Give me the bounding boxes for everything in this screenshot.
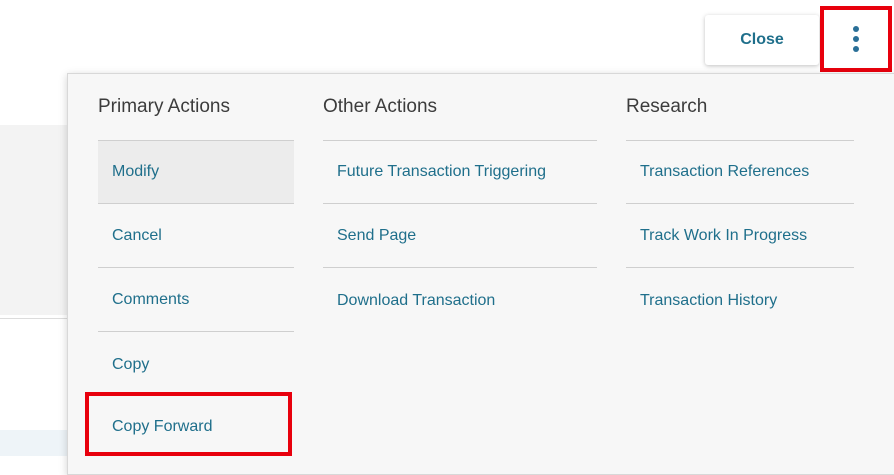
background-panel (0, 125, 70, 315)
background-divider (0, 318, 70, 319)
vertical-ellipsis-icon (853, 26, 859, 32)
menu-item-comments[interactable]: Comments (98, 269, 294, 332)
menu-item-copy-forward[interactable]: Copy Forward (98, 395, 294, 458)
actions-menu: Primary Actions Modify Cancel Comments C… (67, 73, 894, 475)
vertical-ellipsis-icon (853, 36, 859, 42)
menu-item-send-page[interactable]: Send Page (323, 205, 597, 268)
menu-item-modify[interactable]: Modify (98, 141, 294, 204)
other-actions-heading: Other Actions (323, 96, 438, 117)
menu-item-track-work-in-progress[interactable]: Track Work In Progress (626, 205, 854, 268)
menu-item-future-transaction-triggering[interactable]: Future Transaction Triggering (323, 141, 597, 204)
vertical-ellipsis-icon (853, 46, 859, 52)
menu-item-cancel[interactable]: Cancel (98, 205, 294, 268)
background-row (0, 430, 70, 456)
primary-actions-heading: Primary Actions (98, 96, 230, 117)
menu-item-transaction-references[interactable]: Transaction References (626, 141, 854, 204)
research-heading: Research (626, 96, 708, 117)
more-actions-button[interactable] (820, 6, 892, 72)
menu-item-copy[interactable]: Copy (98, 333, 294, 396)
menu-item-transaction-history[interactable]: Transaction History (626, 269, 854, 332)
menu-item-download-transaction[interactable]: Download Transaction (323, 269, 597, 332)
close-button[interactable]: Close (705, 15, 819, 65)
